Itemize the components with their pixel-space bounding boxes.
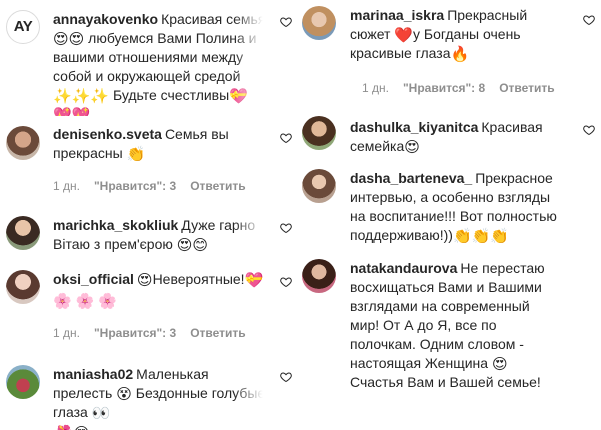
emoji-cherry-blossom: 🌸 [75,292,95,310]
comment-item: oksi_official 😍Невероятные!💝 🌸 🌸 🌸 1 дн. "… [0,265,298,355]
emoji-clap: 👏 [452,227,472,245]
reply-button[interactable]: Ответить [190,179,245,193]
emoji-fire: 🔥 [450,45,470,63]
reply-button[interactable]: Ответить [499,81,554,95]
comment-likes[interactable]: "Нравится": 3 [94,326,176,340]
emoji-heart-eyes: 😍 [136,271,153,289]
comment-text: marichka_skokliuk Дуже гарно Вітаю з прем… [53,216,268,254]
emoji-heart: 💝 [229,87,248,105]
avatar[interactable] [302,259,336,293]
avatar[interactable] [6,216,40,250]
emoji-cherry-blossom: 🌸 [53,292,72,310]
comment-item: dashulka_kiyanitca Красивая семейка😍 [300,110,601,165]
like-heart-icon[interactable] [583,14,595,26]
comment-username[interactable]: dasha_barteneva_ [350,170,472,186]
comment-text: annayakovenko Красивая семья 😍😍 любуемся … [53,10,268,116]
comment-item: denisenko.sveta Семья вы прекрасны 👏 1 дн… [0,118,298,208]
emoji-eyes: 👀 [91,404,111,422]
emoji-hibiscus: 🌺 [55,426,74,430]
comment-username[interactable]: oksi_official [53,271,134,287]
avatar[interactable] [302,6,336,40]
like-heart-icon[interactable] [280,276,292,288]
emoji-heart-eyes: 😍 [491,355,508,373]
avatar[interactable] [302,116,336,150]
comment-item: dasha_barteneva_ Прекрасное интервью, а о… [300,163,601,253]
comment-time: 1 дн. [53,179,80,193]
comment-text: dashulka_kiyanitca Красивая семейка😍 [350,119,543,156]
emoji-heart-eyes: 😍 [176,236,193,254]
comment-text: natakandaurova Не перестаю восхищаться Ва… [350,260,545,390]
like-heart-icon[interactable] [280,371,292,383]
emoji-heart-eyes: 😍 [404,138,420,156]
comment-text: denisenko.sveta Семья вы прекрасны 👏 [53,126,229,163]
emoji-heart-eyes: 😍 [53,30,69,48]
like-heart-icon[interactable] [280,16,292,28]
emoji-heart: 💖 [71,106,91,117]
emoji-smile: 😊 [192,236,209,254]
like-heart-icon[interactable] [280,222,292,234]
emoji-cherry-blossom: 🌸 [98,292,117,310]
comment-meta: 1 дн. "Нравится": 3 Ответить [53,179,260,193]
avatar[interactable] [6,365,40,399]
avatar[interactable]: AY [6,10,40,44]
comment-username[interactable]: natakandaurova [350,260,457,276]
comment-meta: 1 дн. "Нравится": 8 Ответить [362,81,569,95]
emoji-red-heart: ❤️ [394,26,414,44]
reply-button[interactable]: Ответить [190,326,245,340]
like-heart-icon[interactable] [280,132,292,144]
emoji-woozy: 😵 [116,385,132,403]
emoji-clap: 👏 [126,145,146,163]
comment-item: natakandaurova Не перестаю восхищаться Ва… [300,255,601,430]
comment-item: marichka_skokliuk Дуже гарно Вітаю з прем… [0,210,298,265]
comment-username[interactable]: maniasha02 [53,366,133,382]
avatar[interactable] [6,126,40,160]
comment-username[interactable]: denisenko.sveta [53,126,162,142]
avatar[interactable] [6,270,40,304]
comments-left-column: AY annayakovenko Красивая семья 😍😍 любуем… [0,0,298,430]
comment-username[interactable]: dashulka_kiyanitca [350,119,478,135]
comment-item: AY annayakovenko Красивая семья 😍😍 любуем… [0,0,298,120]
emoji-heart-eyes: 😍 [74,426,90,430]
comment-time: 1 дн. [53,326,80,340]
comment-text: maniasha02 Маленькая прелесть 😵 Бездонные… [53,365,268,430]
like-heart-icon[interactable] [583,124,595,136]
comment-meta: 1 дн. "Нравится": 3 Ответить [53,326,260,340]
comment-likes[interactable]: "Нравится": 3 [94,179,176,193]
emoji-clap: 👏 [490,227,509,245]
comment-time: 1 дн. [362,81,389,95]
emoji-clap: 👏 [471,227,491,245]
comments-right-column: marinaa_iskra Прекрасный сюжет ❤️у Богдан… [300,0,601,430]
avatar-initials: AY [13,18,33,35]
comment-username[interactable]: annayakovenko [53,11,158,27]
emoji-heart-eyes: 😍 [68,30,85,48]
emoji-heart: 💖 [53,106,72,117]
comment-likes[interactable]: "Нравится": 8 [403,81,485,95]
comment-item: maniasha02 Маленькая прелесть 😵 Бездонные… [0,360,298,430]
emoji-sparkles: ✨ [90,87,110,105]
comment-text: oksi_official 😍Невероятные!💝 🌸 🌸 🌸 [53,271,264,310]
comment-username[interactable]: marichka_skokliuk [53,217,178,233]
emoji-heart: 💝 [244,271,264,289]
comment-text: marinaa_iskra Прекрасный сюжет ❤️у Богдан… [350,7,528,63]
emoji-sparkles: ✨ [53,87,72,105]
comment-item: marinaa_iskra Прекрасный сюжет ❤️у Богдан… [300,0,601,105]
comment-text: dasha_barteneva_ Прекрасное интервью, а о… [350,170,557,245]
avatar[interactable] [302,169,336,203]
comment-username[interactable]: marinaa_iskra [350,7,444,23]
emoji-sparkles: ✨ [71,87,91,105]
